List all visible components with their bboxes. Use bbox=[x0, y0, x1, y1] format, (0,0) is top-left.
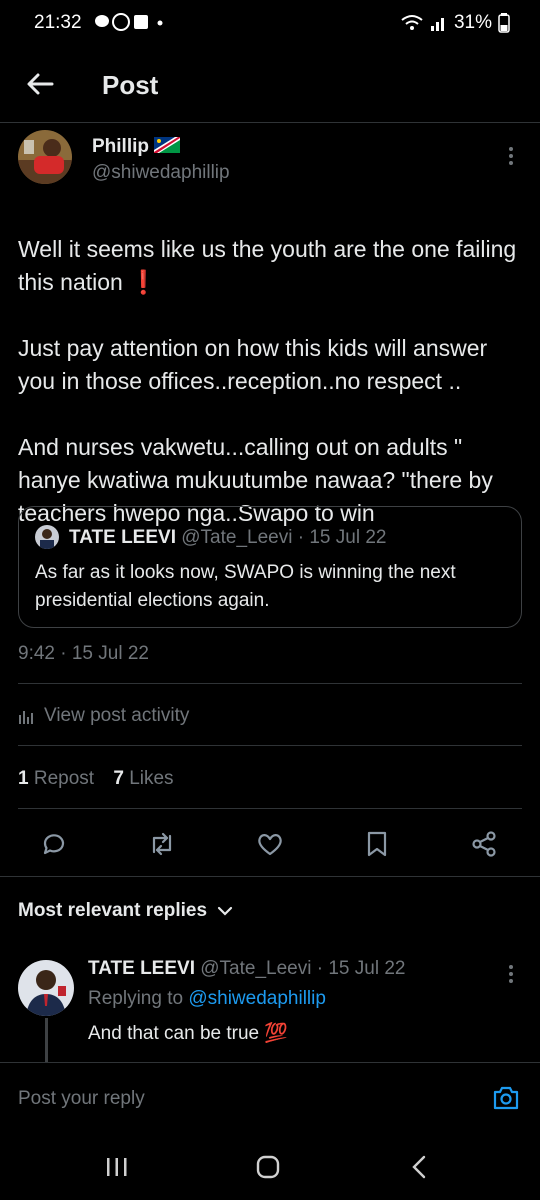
bookmark-icon bbox=[367, 831, 387, 857]
reply-avatar[interactable] bbox=[18, 960, 74, 1016]
repost-icon bbox=[152, 832, 172, 856]
author-name-row[interactable]: Phillip bbox=[92, 136, 181, 158]
repost-button[interactable] bbox=[147, 830, 177, 858]
chevron-down-icon bbox=[217, 906, 233, 916]
share-button[interactable] bbox=[470, 830, 498, 858]
battery-percent: 31% bbox=[453, 12, 492, 33]
reply-input[interactable]: Post your reply bbox=[18, 1088, 145, 1110]
post-timestamp: 9:42 · 15 Jul 22 bbox=[18, 643, 149, 664]
post-text-line: Just pay attention on how this kids will… bbox=[18, 335, 488, 394]
system-back-icon bbox=[412, 1155, 426, 1179]
divider bbox=[18, 745, 522, 746]
author-handle[interactable]: @shiwedaphillip bbox=[92, 162, 230, 184]
home-button[interactable] bbox=[255, 1154, 281, 1185]
divider bbox=[18, 808, 522, 809]
top-bar: Post bbox=[0, 46, 540, 123]
like-icon bbox=[258, 834, 282, 856]
view-activity-label: View post activity bbox=[44, 705, 190, 726]
reply-icon bbox=[43, 834, 65, 855]
engagement-counts: 1 Repost 7 Likes bbox=[18, 768, 174, 790]
reposts-label: Repost bbox=[33, 768, 95, 789]
replies-sort-dropdown[interactable]: Most relevant replies bbox=[18, 900, 233, 922]
view-activity-link[interactable]: View post activity bbox=[18, 705, 189, 727]
quote-avatar bbox=[35, 525, 59, 549]
likes-link[interactable]: 7 Likes bbox=[113, 768, 173, 789]
post-text-line: Well it seems like us the youth are the … bbox=[18, 236, 517, 295]
system-back-button[interactable] bbox=[408, 1154, 432, 1185]
reply-button[interactable] bbox=[40, 830, 68, 858]
notification-icons bbox=[94, 11, 164, 38]
status-time: 21:32 bbox=[34, 12, 82, 33]
reply-author-name[interactable]: TATE LEEVI bbox=[88, 958, 195, 979]
likes-count: 7 bbox=[113, 768, 124, 789]
camera-icon bbox=[493, 1086, 519, 1110]
reply-author-handle[interactable]: @Tate_Leevi bbox=[200, 958, 311, 979]
replying-to-handle[interactable]: @shiwedaphillip bbox=[188, 988, 326, 1009]
replying-to: Replying to @shiwedaphillip bbox=[88, 988, 326, 1010]
home-icon bbox=[256, 1155, 280, 1179]
page-title: Post bbox=[102, 70, 159, 100]
divider bbox=[18, 683, 522, 684]
replying-to-prefix: Replying to bbox=[88, 988, 184, 1009]
system-nav-bar bbox=[0, 1138, 540, 1200]
reply-text: And that can be true 💯 bbox=[88, 1023, 289, 1044]
reply-more-icon[interactable] bbox=[508, 962, 514, 986]
divider bbox=[0, 876, 540, 877]
signal-icon bbox=[430, 18, 444, 31]
likes-label: Likes bbox=[129, 768, 174, 789]
back-button[interactable] bbox=[22, 66, 58, 102]
quote-author-handle: @Tate_Leevi bbox=[181, 527, 293, 548]
more-icon[interactable] bbox=[508, 144, 514, 168]
quote-author-name: TATE LEEVI bbox=[69, 527, 176, 548]
author-avatar[interactable] bbox=[18, 130, 72, 184]
recent-apps-button[interactable] bbox=[104, 1156, 130, 1183]
share-icon bbox=[472, 831, 496, 857]
wifi-icon bbox=[401, 15, 423, 30]
quoted-post[interactable]: TATE LEEVI @Tate_Leevi · 15 Jul 22 As fa… bbox=[18, 506, 522, 628]
replies-sort-label: Most relevant replies bbox=[18, 900, 208, 921]
like-button[interactable] bbox=[256, 830, 284, 858]
reply-composer: Post your reply bbox=[0, 1062, 540, 1139]
thread-line bbox=[45, 1018, 48, 1062]
status-bar: 21:32 31% bbox=[0, 0, 540, 46]
analytics-icon bbox=[19, 711, 33, 724]
namibia-flag-icon bbox=[154, 137, 181, 153]
bookmark-button[interactable] bbox=[364, 830, 390, 858]
reply-header: TATE LEEVI @Tate_Leevi · 15 Jul 22 bbox=[88, 958, 405, 980]
back-arrow-icon bbox=[27, 73, 54, 95]
recent-apps-icon bbox=[107, 1158, 127, 1176]
quote-date: · 15 Jul 22 bbox=[297, 527, 387, 548]
reply-date: · 15 Jul 22 bbox=[316, 958, 406, 979]
reposts-count: 1 bbox=[18, 768, 29, 789]
reposts-link[interactable]: 1 Repost bbox=[18, 768, 94, 789]
battery-icon bbox=[498, 13, 510, 33]
quote-text: As far as it looks now, SWAPO is winning… bbox=[35, 562, 456, 611]
camera-button[interactable] bbox=[492, 1085, 520, 1116]
author-name: Phillip bbox=[92, 136, 149, 157]
